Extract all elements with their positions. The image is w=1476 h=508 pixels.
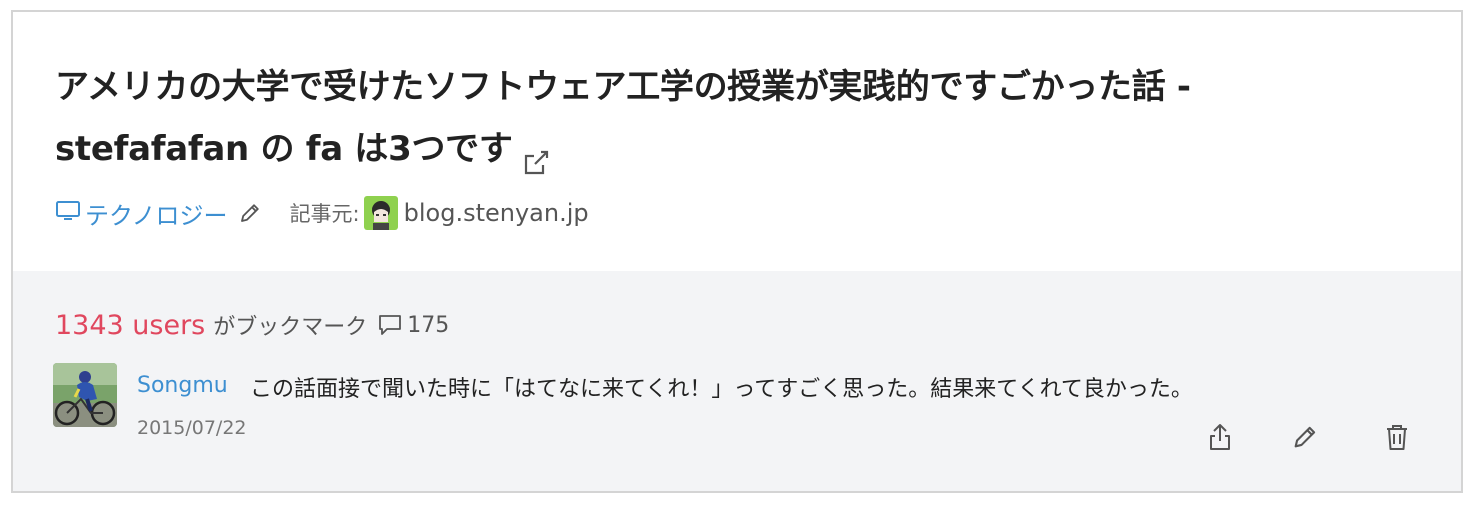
comment-text: この話面接で聞いた時に「はてなに来てくれ！」ってすごく思った。結果来てくれて良か…: [250, 377, 1193, 402]
edit-category-pencil-icon[interactable]: [238, 201, 262, 225]
entry-header: アメリカの大学で受けたソフトウェア工学の授業が実践的ですごかった話 - stef…: [13, 12, 1461, 271]
bookmark-panel: 1343 users がブックマーク 175 Songmu この話面接で聞いた時…: [13, 271, 1461, 491]
comment-count: 175: [407, 312, 450, 338]
source-label: 記事元:: [289, 202, 360, 226]
external-link-icon[interactable]: [521, 136, 551, 174]
site-favicon: [363, 196, 398, 230]
entry-card: アメリカの大学で受けたソフトウェア工学の授業が実践的ですごかった話 - stef…: [11, 10, 1463, 493]
comment-date-link[interactable]: 2015/07/22: [137, 417, 247, 439]
speech-bubble-icon: [377, 310, 407, 340]
category-label: テクノロジー: [85, 201, 228, 230]
entry-meta: テクノロジー 記事元: blog.stenyan.jp: [55, 195, 589, 231]
monitor-icon: [55, 198, 85, 228]
share-icon[interactable]: [1204, 421, 1236, 453]
entry-title-link[interactable]: アメリカの大学で受けたソフトウェア工学の授業が実践的ですごかった話 - stef…: [55, 67, 1191, 169]
avatar[interactable]: [53, 363, 117, 427]
edit-pencil-icon[interactable]: [1289, 421, 1321, 453]
trash-icon[interactable]: [1381, 421, 1413, 453]
my-bookmark-comment: Songmu この話面接で聞いた時に「はてなに来てくれ！」ってすごく思った。結果…: [53, 363, 1461, 473]
comment-username-link[interactable]: Songmu: [137, 373, 228, 398]
bookmark-users-link[interactable]: 1343 users: [55, 310, 205, 341]
source-domain-link[interactable]: blog.stenyan.jp: [404, 199, 589, 227]
bookmark-suffix-text: がブックマーク: [213, 315, 368, 340]
entry-title-block: アメリカの大学で受けたソフトウェア工学の授業が実践的ですごかった話 - stef…: [55, 56, 1395, 180]
bookmark-count-row: 1343 users がブックマーク 175: [55, 309, 449, 341]
comments-link[interactable]: 175: [377, 310, 449, 340]
category-link[interactable]: テクノロジー: [55, 196, 228, 231]
